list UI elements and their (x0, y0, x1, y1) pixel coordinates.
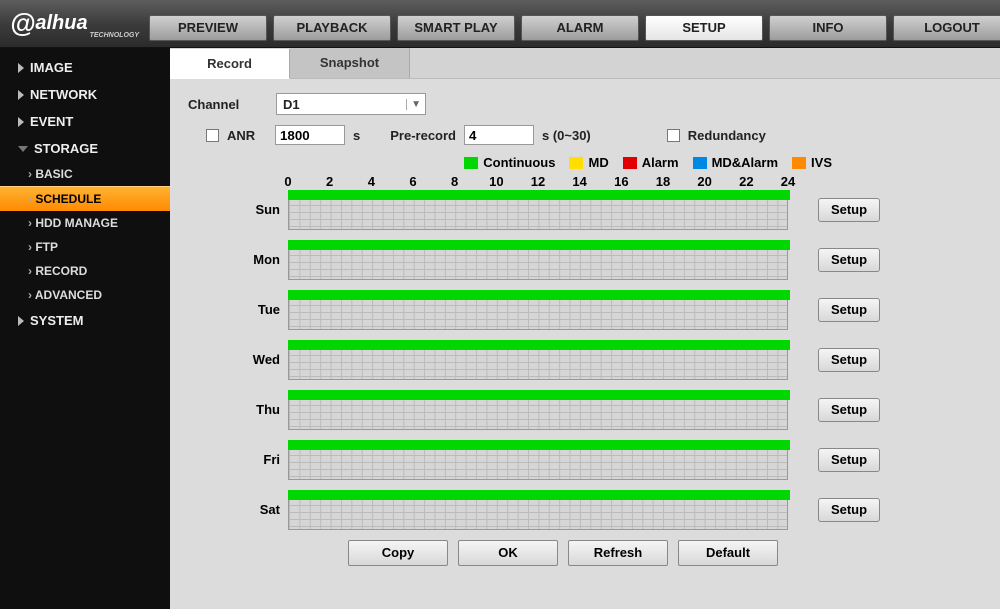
day-label: Thu (248, 390, 288, 417)
caret-icon (18, 63, 24, 73)
top-tab-alarm[interactable]: ALARM (521, 15, 639, 41)
legend-mdalarm: MD&Alarm (693, 155, 778, 170)
channel-label: Channel (188, 97, 268, 112)
sidebar-group-event[interactable]: EVENT (0, 108, 170, 135)
top-tab-smart-play[interactable]: SMART PLAY (397, 15, 515, 41)
schedule-grid[interactable] (288, 190, 788, 230)
caret-icon (18, 90, 24, 100)
day-label: Mon (248, 240, 288, 267)
day-label: Tue (248, 290, 288, 317)
top-tab-setup[interactable]: SETUP (645, 15, 763, 41)
sidebar-item-basic[interactable]: BASIC (0, 162, 170, 186)
legend-ivs: IVS (792, 155, 832, 170)
continuous-bar (288, 240, 790, 250)
continuous-bar (288, 390, 790, 400)
schedule-grid[interactable] (288, 290, 788, 330)
day-label: Fri (248, 440, 288, 467)
continuous-bar (288, 190, 790, 200)
schedule-grid[interactable] (288, 340, 788, 380)
prerecord-label: Pre-record (390, 128, 456, 143)
copy-button[interactable]: Copy (348, 540, 448, 566)
prerecord-input[interactable] (464, 125, 534, 145)
schedule-row-mon: Mon Setup (248, 240, 982, 284)
tick-label: 24 (781, 174, 795, 189)
tick-label: 14 (572, 174, 586, 189)
legend-md: MD (569, 155, 608, 170)
caret-icon (18, 146, 28, 152)
setup-button-sat[interactable]: Setup (818, 498, 880, 522)
caret-icon (18, 316, 24, 326)
schedule-row-thu: Thu Setup (248, 390, 982, 434)
setup-button-fri[interactable]: Setup (818, 448, 880, 472)
tick-label: 2 (326, 174, 333, 189)
day-label: Sun (248, 190, 288, 217)
chevron-down-icon: ▼ (406, 99, 421, 110)
day-label: Wed (248, 340, 288, 367)
schedule-grid[interactable] (288, 390, 788, 430)
tick-label: 6 (409, 174, 416, 189)
sidebar-group-image[interactable]: IMAGE (0, 54, 170, 81)
schedule-row-fri: Fri Setup (248, 440, 982, 484)
tick-label: 20 (697, 174, 711, 189)
subtab-record[interactable]: Record (170, 49, 290, 79)
default-button[interactable]: Default (678, 540, 778, 566)
refresh-button[interactable]: Refresh (568, 540, 668, 566)
sidebar-item-schedule[interactable]: SCHEDULE (0, 186, 170, 211)
continuous-bar (288, 440, 790, 450)
setup-button-sun[interactable]: Setup (818, 198, 880, 222)
anr-input[interactable] (275, 125, 345, 145)
schedule-grid[interactable] (288, 240, 788, 280)
tick-label: 8 (451, 174, 458, 189)
redundancy-label: Redundancy (688, 128, 766, 143)
subtab-snapshot[interactable]: Snapshot (290, 48, 410, 78)
anr-unit: s (353, 128, 360, 143)
schedule-row-wed: Wed Setup (248, 340, 982, 384)
tick-label: 22 (739, 174, 753, 189)
channel-select[interactable]: D1 ▼ (276, 93, 426, 115)
tick-label: 12 (531, 174, 545, 189)
setup-button-thu[interactable]: Setup (818, 398, 880, 422)
prerecord-unit: s (0~30) (542, 128, 591, 143)
ok-button[interactable]: OK (458, 540, 558, 566)
redundancy-checkbox[interactable] (667, 129, 680, 142)
continuous-bar (288, 290, 790, 300)
sidebar-group-system[interactable]: SYSTEM (0, 307, 170, 334)
continuous-bar (288, 490, 790, 500)
top-tab-playback[interactable]: PLAYBACK (273, 15, 391, 41)
tick-label: 0 (284, 174, 291, 189)
legend-alarm: Alarm (623, 155, 679, 170)
top-tab-info[interactable]: INFO (769, 15, 887, 41)
sidebar-group-network[interactable]: NETWORK (0, 81, 170, 108)
anr-checkbox[interactable] (206, 129, 219, 142)
day-label: Sat (248, 490, 288, 517)
sidebar-group-storage[interactable]: STORAGE (0, 135, 170, 162)
anr-label: ANR (227, 128, 267, 143)
top-tab-preview[interactable]: PREVIEW (149, 15, 267, 41)
schedule-row-tue: Tue Setup (248, 290, 982, 334)
setup-button-wed[interactable]: Setup (818, 348, 880, 372)
sidebar-item-record[interactable]: RECORD (0, 259, 170, 283)
sidebar-item-advanced[interactable]: ADVANCED (0, 283, 170, 307)
tick-label: 16 (614, 174, 628, 189)
caret-icon (18, 117, 24, 127)
setup-button-mon[interactable]: Setup (818, 248, 880, 272)
schedule-row-sat: Sat Setup (248, 490, 982, 534)
sidebar-item-ftp[interactable]: FTP (0, 235, 170, 259)
tick-label: 10 (489, 174, 503, 189)
setup-button-tue[interactable]: Setup (818, 298, 880, 322)
schedule-grid[interactable] (288, 490, 788, 530)
sidebar-item-hdd-manage[interactable]: HDD MANAGE (0, 211, 170, 235)
schedule-grid[interactable] (288, 440, 788, 480)
tick-label: 4 (368, 174, 375, 189)
schedule-row-sun: Sun Setup (248, 190, 982, 234)
tick-label: 18 (656, 174, 670, 189)
top-tab-logout[interactable]: LOGOUT (893, 15, 1000, 41)
brand-logo: @alhua TECHNOLOGY (0, 4, 149, 47)
legend-continuous: Continuous (464, 155, 555, 170)
continuous-bar (288, 340, 790, 350)
